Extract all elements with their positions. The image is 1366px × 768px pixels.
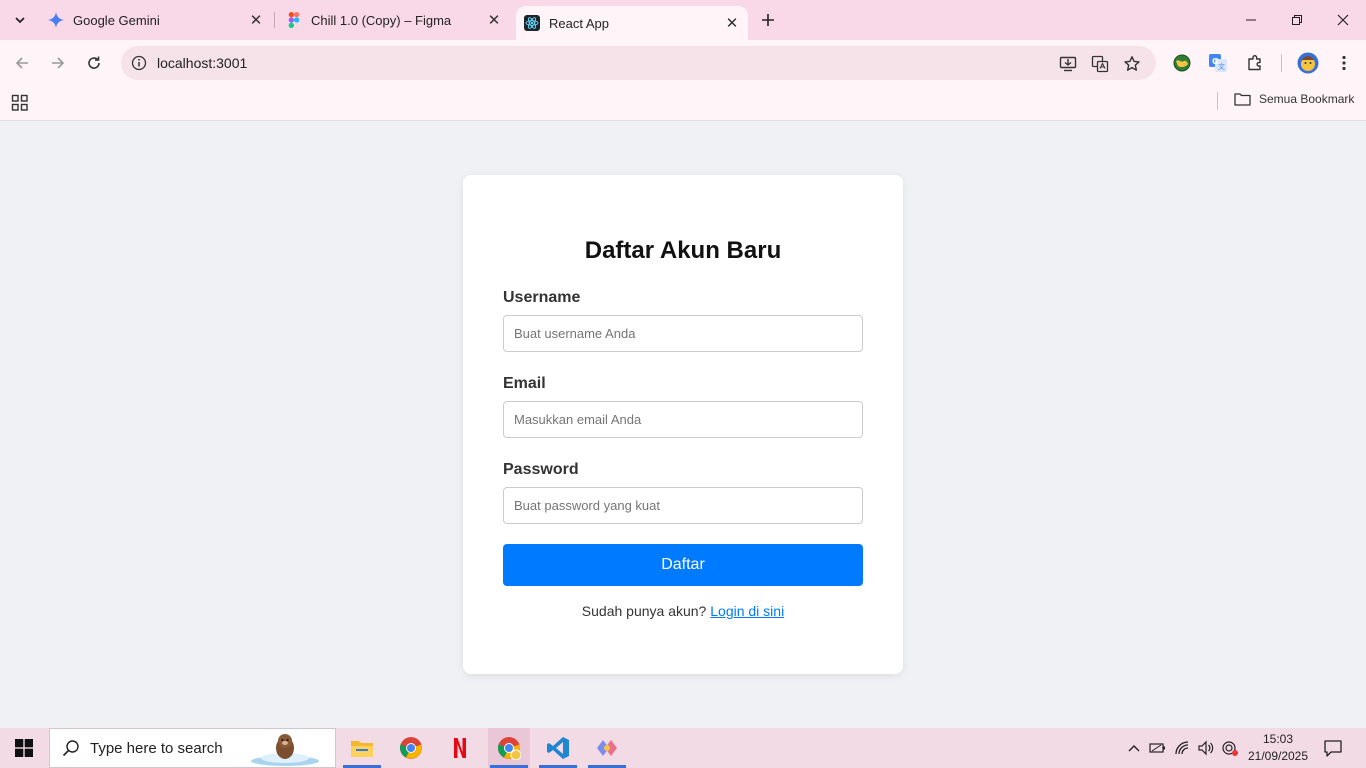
vscode-icon [547,737,569,759]
taskbar-chrome-profile[interactable] [488,728,530,768]
recording-indicator-icon[interactable] [1220,738,1240,758]
tab-title: Google Gemini [73,12,160,28]
plus-icon [762,14,774,26]
notification-icon[interactable] [1322,737,1344,759]
email-label: Email [503,375,546,392]
restore-button[interactable] [1274,0,1320,40]
gemini-icon [48,12,64,28]
search-highlight-otter-icon [251,734,319,766]
taskbar: Type here to search 15:03 21/09/2025 [0,728,1366,768]
username-input[interactable] [503,315,863,352]
figma-icon [286,12,302,28]
chrome-icon [400,737,422,759]
tab-divider [274,12,275,28]
search-placeholder: Type here to search [90,739,223,757]
taskbar-file-explorer[interactable] [341,728,383,768]
taskbar-netflix[interactable] [439,728,481,768]
forward-button[interactable] [45,50,71,76]
tab-strip: Google Gemini ✕ Chill 1.0 (Copy) – Figma… [0,0,1366,40]
more-menu-icon[interactable] [1332,51,1356,75]
close-icon[interactable]: ✕ [246,10,266,30]
address-bar[interactable]: localhost:3001 [121,46,1156,80]
page-title: Daftar Akun Baru [584,237,782,264]
browser-toolbar: localhost:3001 G文 [0,40,1366,86]
profile-avatar[interactable] [1296,51,1320,75]
tab-search-button[interactable] [8,8,32,32]
bookmark-bar: Semua Bookmark [0,86,1366,121]
extension-globe-icon[interactable] [1170,51,1194,75]
translate-icon[interactable] [1089,53,1111,75]
show-hidden-icons[interactable] [1124,738,1144,758]
close-icon[interactable]: ✕ [722,13,742,33]
arrow-right-icon [52,57,65,69]
close-icon [1337,14,1349,26]
git-icon [597,740,617,756]
extensions-puzzle-icon[interactable] [1243,51,1267,75]
google-translate-extension-icon[interactable]: G文 [1206,51,1230,75]
volume-icon[interactable] [1196,738,1216,758]
bookmark-divider [1217,92,1218,110]
reload-button[interactable] [81,50,107,76]
chevron-up-icon [1128,745,1140,752]
tab-google-gemini[interactable]: Google Gemini ✕ [40,0,270,40]
all-bookmarks-label: Semua Bookmark [1259,92,1355,106]
file-explorer-icon [351,741,373,757]
back-button[interactable] [9,50,35,76]
windows-logo-icon [15,739,33,757]
taskbar-git-app[interactable] [586,728,628,768]
battery-icon[interactable] [1148,738,1168,758]
email-input[interactable] [503,401,863,438]
page-content: Daftar Akun Baru Username Email Password… [0,121,1366,728]
tab-react-app[interactable]: React App ✕ [516,6,748,40]
apps-grid-icon[interactable] [10,93,30,113]
clock-time: 15:03 [1262,732,1294,746]
wifi-icon[interactable] [1173,738,1193,758]
site-info-icon[interactable] [129,53,149,73]
folder-icon [1234,93,1251,106]
minimize-icon [1246,19,1256,21]
login-prompt: Sudah punya akun? Login di sini [463,603,903,619]
start-button[interactable] [0,728,48,768]
restore-icon [1292,15,1302,25]
tab-title: Chill 1.0 (Copy) – Figma [311,12,452,28]
username-label: Username [503,289,581,306]
close-window-button[interactable] [1320,0,1366,40]
bookmark-star-icon[interactable] [1121,53,1143,75]
password-input[interactable] [503,487,863,524]
chrome-profile-icon [498,737,521,760]
url-text[interactable]: localhost:3001 [157,55,247,71]
reload-icon [88,56,100,69]
system-clock[interactable]: 15:03 21/09/2025 [1244,731,1312,765]
netflix-icon [454,738,466,758]
close-icon[interactable]: ✕ [484,10,504,30]
minimize-button[interactable] [1228,0,1274,40]
arrow-left-icon [15,57,28,69]
new-tab-button[interactable] [756,8,780,32]
react-icon [524,15,540,31]
register-button[interactable]: Daftar [503,544,863,586]
tab-figma[interactable]: Chill 1.0 (Copy) – Figma ✕ [278,0,508,40]
password-label: Password [503,461,579,478]
clock-date: 21/09/2025 [1247,749,1309,763]
register-card: Daftar Akun Baru Username Email Password… [463,175,903,674]
login-link[interactable]: Login di sini [710,603,784,619]
taskbar-search[interactable]: Type here to search [49,728,336,768]
search-icon [62,740,79,757]
taskbar-vscode[interactable] [537,728,579,768]
toolbar-divider [1281,54,1282,72]
install-app-icon[interactable] [1057,53,1079,75]
all-bookmarks-button[interactable]: Semua Bookmark [1234,92,1354,106]
taskbar-chrome[interactable] [390,728,432,768]
tab-title: React App [549,15,609,31]
login-prompt-text: Sudah punya akun? [581,603,711,619]
chevron-down-icon [15,17,25,24]
svg-text:文: 文 [1218,62,1225,71]
